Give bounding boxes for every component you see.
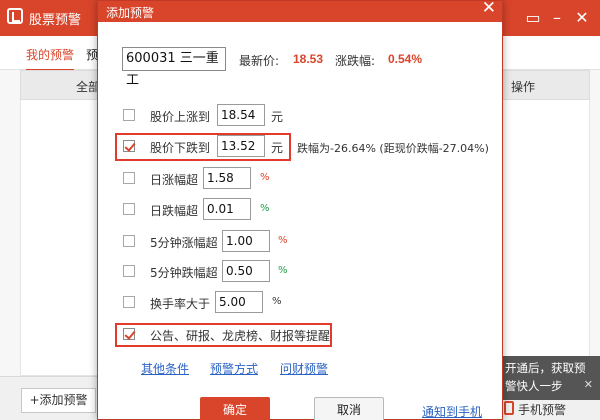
notify-phone-link[interactable]: 通知到手机 <box>422 403 482 420</box>
promo-tooltip: 开通后，获取预警快人一步 ✕ <box>501 356 600 400</box>
price-up-checkbox[interactable] <box>123 109 135 121</box>
5min-fall-unit: % <box>278 265 288 276</box>
daily-rise-label: 日涨幅超 <box>150 173 199 187</box>
col-action: 操作 <box>511 80 536 94</box>
condition-announcements: 公告、研报、龙虎榜、财报等提醒 <box>98 323 502 349</box>
announcements-label: 公告、研报、龙虎榜、财报等提醒 <box>150 329 331 343</box>
cancel-button[interactable]: 取消 <box>314 397 384 420</box>
daily-fall-checkbox[interactable] <box>123 203 135 215</box>
5min-rise-checkbox[interactable] <box>123 235 135 247</box>
add-alert-dialog: 添加预警 ✕ 600031 三一重工 最新价: 18.53 涨跌幅: 0.54%… <box>97 0 503 420</box>
turnover-checkbox[interactable] <box>123 296 135 308</box>
5min-rise-input[interactable]: 1.00 <box>222 230 270 252</box>
turnover-input[interactable]: 5.00 <box>215 291 263 313</box>
dialog-titlebar: 添加预警 ✕ <box>98 0 502 22</box>
daily-fall-label: 日跌幅超 <box>150 204 199 218</box>
other-conditions-link[interactable]: 其他条件 <box>141 360 189 377</box>
5min-rise-unit: % <box>278 235 288 246</box>
wencai-alert-link[interactable]: 问财预警 <box>280 360 328 377</box>
daily-fall-input[interactable]: 0.01 <box>203 198 251 220</box>
alert-method-link[interactable]: 预警方式 <box>210 360 258 377</box>
minimize-icon[interactable]: – <box>545 6 569 30</box>
latest-price-label: 最新价: <box>239 54 280 68</box>
daily-rise-unit: % <box>260 172 270 183</box>
condition-price-down: 股价下跌到 13.52 元 跌幅为-26.64% (距现价跌幅-27.04%) <box>98 134 502 160</box>
change-value: 0.54% <box>388 52 423 66</box>
turnover-label: 换手率大于 <box>150 297 211 311</box>
tab-my-alerts[interactable]: 我的预警 <box>26 46 75 71</box>
stock-alert-icon <box>7 8 23 24</box>
bg-window-title: 股票预警 <box>29 13 82 28</box>
condition-daily-fall: 日跌幅超 0.01 % <box>98 197 502 223</box>
price-down-note: 跌幅为-26.64% (距现价跌幅-27.04%) <box>297 142 489 155</box>
price-down-checkbox[interactable] <box>123 140 135 152</box>
announcements-checkbox[interactable] <box>123 328 135 340</box>
turnover-unit: % <box>272 296 282 307</box>
daily-rise-input[interactable]: 1.58 <box>203 167 251 189</box>
mobile-phone-icon <box>504 401 514 415</box>
condition-daily-rise: 日涨幅超 1.58 % <box>98 166 502 192</box>
daily-rise-checkbox[interactable] <box>123 172 135 184</box>
chat-icon[interactable]: ▭ <box>521 6 545 30</box>
tooltip-close-icon[interactable]: ✕ <box>584 376 593 394</box>
price-up-input[interactable]: 18.54 <box>217 104 265 126</box>
mobile-alert-label[interactable]: 手机预警 <box>518 401 566 418</box>
promo-tooltip-text: 开通后，获取预警快人一步 <box>505 361 586 393</box>
condition-5min-rise: 5分钟涨幅超 1.00 % <box>98 229 502 255</box>
change-label: 涨跌幅: <box>335 54 376 68</box>
bg-close-icon[interactable]: ✕ <box>570 6 594 30</box>
condition-5min-fall: 5分钟跌幅超 0.50 % <box>98 259 502 285</box>
confirm-button[interactable]: 确定 <box>200 397 270 420</box>
condition-turnover: 换手率大于 5.00 % <box>98 290 502 316</box>
price-down-unit: 元 <box>271 141 284 155</box>
price-down-input[interactable]: 13.52 <box>217 135 265 157</box>
condition-price-up: 股价上涨到 18.54 元 <box>98 103 502 129</box>
5min-fall-checkbox[interactable] <box>123 265 135 277</box>
price-up-unit: 元 <box>271 110 284 124</box>
price-down-label: 股价下跌到 <box>150 141 211 155</box>
dialog-title: 添加预警 <box>106 6 155 20</box>
daily-fall-unit: % <box>260 203 270 214</box>
5min-rise-label: 5分钟涨幅超 <box>150 236 218 250</box>
add-alert-button[interactable]: +添加预警 <box>21 388 96 413</box>
latest-price-value: 18.53 <box>293 52 324 66</box>
stock-code-input[interactable]: 600031 三一重工 <box>122 47 226 88</box>
close-icon[interactable]: ✕ <box>482 0 496 18</box>
5min-fall-label: 5分钟跌幅超 <box>150 266 218 280</box>
5min-fall-input[interactable]: 0.50 <box>222 260 270 282</box>
price-up-label: 股价上涨到 <box>150 110 211 124</box>
